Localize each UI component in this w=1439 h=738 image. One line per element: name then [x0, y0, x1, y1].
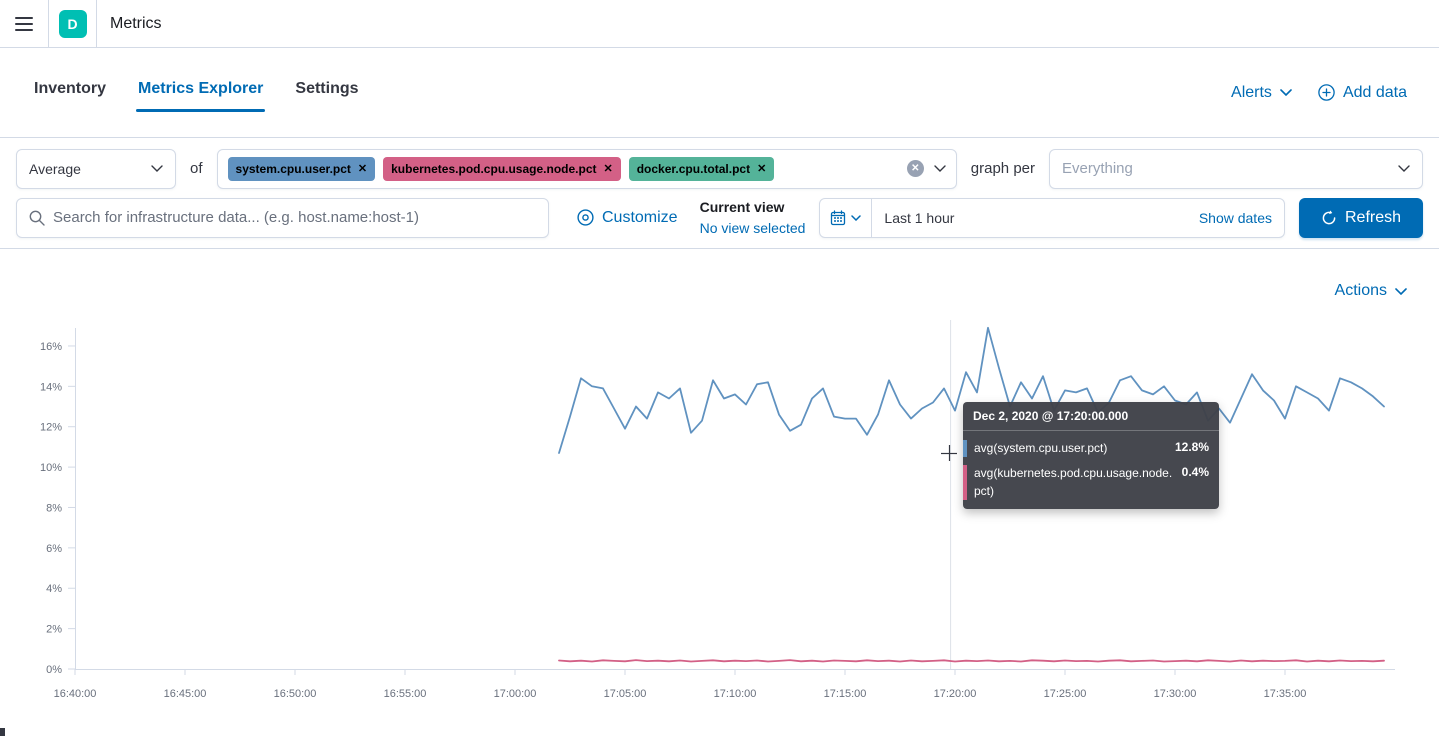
of-label: of: [190, 160, 203, 177]
app-logo[interactable]: D: [49, 10, 96, 38]
tab-metrics-explorer[interactable]: Metrics Explorer: [136, 74, 265, 112]
svg-text:16:45:00: 16:45:00: [164, 688, 207, 700]
chevron-down-icon[interactable]: [934, 165, 946, 172]
svg-text:2%: 2%: [46, 624, 62, 636]
tooltip-series-label: avg(system.cpu.user.pct): [974, 440, 1167, 457]
metric-pill-label: kubernetes.pod.cpu.usage.node.pct: [391, 162, 596, 176]
current-view-block: Current view No view selected: [700, 197, 806, 238]
plus-circle-icon: [1318, 84, 1335, 101]
secondary-header: Inventory Metrics Explorer Settings Aler…: [0, 48, 1439, 138]
metric-pill[interactable]: docker.cpu.total.pct ✕: [629, 157, 775, 181]
svg-text:8%: 8%: [46, 502, 62, 514]
divider: [96, 0, 97, 48]
search-input[interactable]: [53, 209, 536, 226]
svg-text:14%: 14%: [40, 381, 62, 393]
tab-settings[interactable]: Settings: [293, 74, 360, 112]
corner-artifact: [0, 728, 5, 736]
svg-text:17:35:00: 17:35:00: [1264, 688, 1307, 700]
tooltip-series-value: 12.8%: [1175, 440, 1209, 454]
svg-text:17:10:00: 17:10:00: [714, 688, 757, 700]
menu-hamburger-icon[interactable]: [0, 0, 48, 48]
chevron-down-icon: [1280, 89, 1292, 96]
remove-metric-icon[interactable]: ✕: [604, 162, 613, 175]
graph-per-input[interactable]: [1062, 160, 1398, 177]
search-icon: [29, 210, 45, 226]
chevron-down-icon: [851, 215, 861, 221]
metric-pill[interactable]: system.cpu.user.pct ✕: [228, 157, 376, 181]
tooltip-series-value: 0.4%: [1182, 465, 1209, 479]
svg-text:17:05:00: 17:05:00: [604, 688, 647, 700]
customize-button[interactable]: Customize: [577, 209, 678, 227]
svg-text:0%: 0%: [46, 664, 62, 676]
chevron-down-icon: [151, 165, 163, 172]
add-data-label: Add data: [1343, 84, 1407, 102]
super-date-picker: Last 1 hour Show dates: [819, 198, 1285, 238]
chart-tooltip: Dec 2, 2020 @ 17:20:00.000 avg(system.cp…: [963, 402, 1219, 509]
aggregation-select[interactable]: Average: [16, 149, 176, 189]
series-color-bar: [963, 465, 967, 500]
svg-text:16%: 16%: [40, 341, 62, 353]
customize-label: Customize: [602, 209, 678, 227]
alerts-dropdown[interactable]: Alerts: [1231, 84, 1292, 102]
svg-text:17:20:00: 17:20:00: [934, 688, 977, 700]
remove-metric-icon[interactable]: ✕: [757, 162, 766, 175]
metrics-explorer-toolbar: Average of system.cpu.user.pct ✕ kuberne…: [0, 138, 1439, 249]
svg-text:16:55:00: 16:55:00: [384, 688, 427, 700]
show-dates-button[interactable]: Show dates: [1199, 210, 1284, 226]
svg-text:16:50:00: 16:50:00: [274, 688, 317, 700]
add-data-button[interactable]: Add data: [1318, 84, 1407, 102]
remove-metric-icon[interactable]: ✕: [358, 162, 367, 175]
tooltip-timestamp: Dec 2, 2020 @ 17:20:00.000: [963, 402, 1219, 431]
svg-text:12%: 12%: [40, 422, 62, 434]
deployment-badge[interactable]: D: [59, 10, 87, 38]
chevron-down-icon[interactable]: [1398, 165, 1410, 172]
metrics-chart-panel: Actions 0%2%4%6%8%10%12%14%16%16:40:0016…: [0, 249, 1439, 736]
metrics-chart[interactable]: 0% 2% 4% 6% 8% 10% 12% 14% 16% 16:40:00 16:45:00 16…: [0, 249, 1439, 736]
calendar-icon: [830, 210, 846, 226]
svg-text:10%: 10%: [40, 462, 62, 474]
svg-text:17:25:00: 17:25:00: [1044, 688, 1087, 700]
metric-pill-label: system.cpu.user.pct: [236, 162, 351, 176]
tooltip-series-label: avg(kubernetes.pod.cpu.usage.node.pct): [974, 465, 1174, 500]
infrastructure-search[interactable]: [16, 198, 549, 238]
svg-text:17:15:00: 17:15:00: [824, 688, 867, 700]
graph-per-combobox[interactable]: [1049, 149, 1423, 189]
svg-text:17:30:00: 17:30:00: [1154, 688, 1197, 700]
metric-pill[interactable]: kubernetes.pod.cpu.usage.node.pct ✕: [383, 157, 621, 181]
svg-text:4%: 4%: [46, 583, 62, 595]
refresh-button[interactable]: Refresh: [1299, 198, 1423, 238]
metric-pill-label: docker.cpu.total.pct: [637, 162, 750, 176]
current-view-title: Current view: [700, 197, 806, 217]
alerts-label: Alerts: [1231, 84, 1272, 102]
customize-icon: [577, 209, 594, 226]
no-view-selected-link[interactable]: No view selected: [700, 218, 806, 238]
time-range-value[interactable]: Last 1 hour: [872, 210, 966, 226]
series-color-bar: [963, 440, 967, 457]
tab-inventory[interactable]: Inventory: [32, 74, 108, 112]
top-navigation-bar: D Metrics: [0, 0, 1439, 48]
clear-all-icon[interactable]: ✕: [907, 160, 924, 177]
aggregation-value: Average: [29, 161, 81, 177]
tab-bar: Inventory Metrics Explorer Settings: [32, 74, 361, 112]
refresh-label: Refresh: [1345, 209, 1401, 227]
svg-text:17:00:00: 17:00:00: [494, 688, 537, 700]
svg-text:6%: 6%: [46, 543, 62, 555]
tooltip-series-row: avg(system.cpu.user.pct) 12.8%: [963, 436, 1219, 461]
quick-select-button[interactable]: [820, 199, 872, 237]
page-title: Metrics: [110, 15, 162, 33]
metrics-combobox[interactable]: system.cpu.user.pct ✕ kubernetes.pod.cpu…: [217, 149, 957, 189]
svg-text:16:40:00: 16:40:00: [54, 688, 97, 700]
refresh-icon: [1321, 210, 1337, 226]
tooltip-series-row: avg(kubernetes.pod.cpu.usage.node.pct) 0…: [963, 461, 1219, 504]
graph-per-label: graph per: [971, 160, 1035, 177]
